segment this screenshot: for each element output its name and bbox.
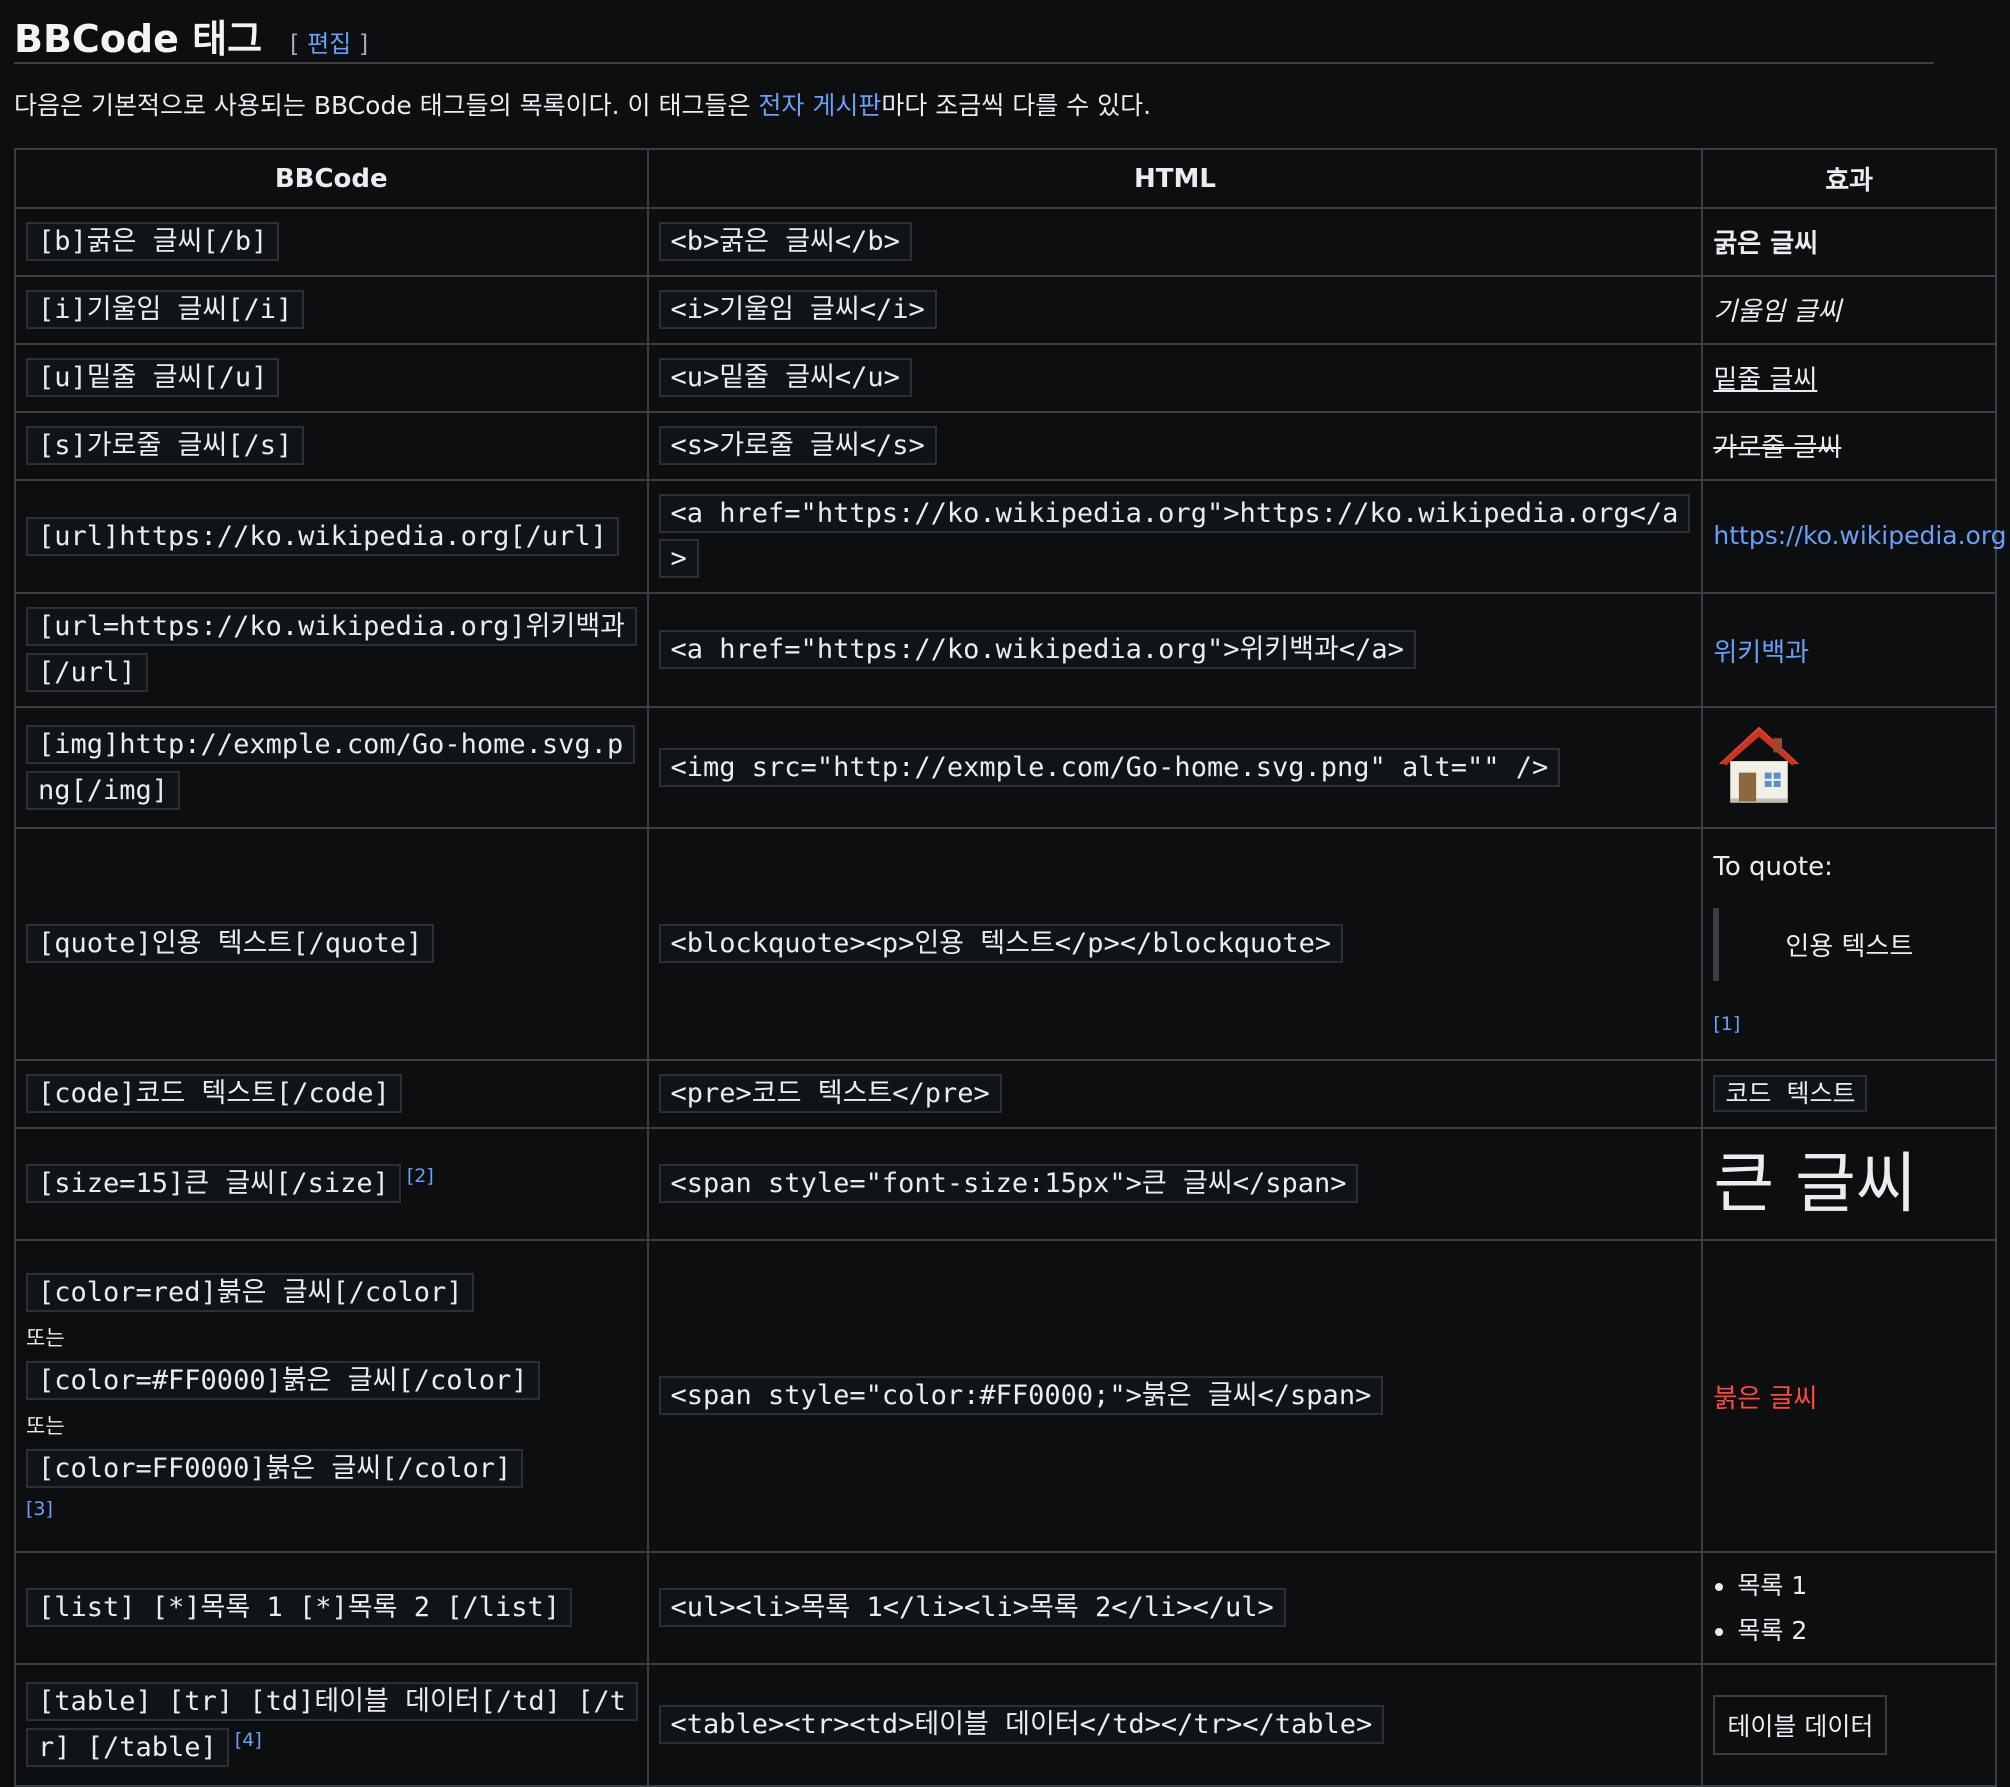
header-html: HTML bbox=[646, 148, 1704, 209]
html-cell: <b>굵은 글씨</b> bbox=[658, 222, 912, 261]
list-item: 목록 2 bbox=[1737, 1608, 1985, 1653]
quote-intro: To quote: bbox=[1713, 851, 1833, 882]
html-cell: <span style="color:#FF0000;">붉은 글씨</span… bbox=[658, 1376, 1384, 1416]
table-header-row: BBCode HTML 효과 bbox=[14, 148, 1997, 209]
effect-wiki-link[interactable]: 위키백과 bbox=[1713, 638, 1809, 668]
effect-blockquote: 인용 텍스트 bbox=[1713, 907, 1985, 981]
effect-underline: 밑줄 글씨 bbox=[1713, 365, 1818, 396]
bbcode-cell: [img]http://exmple.com/Go-home.svg.png[/… bbox=[26, 724, 636, 810]
bbcode-cell: [i]기울임 글씨[/i] bbox=[26, 289, 305, 329]
header-effect: 효과 bbox=[1701, 148, 1997, 209]
bbcode-cell: [table] [tr] [td]테이블 데이터[/td] [/tr] [/ta… bbox=[26, 1682, 638, 1768]
bbs-link[interactable]: 전자 게시판 bbox=[758, 91, 881, 120]
edit-section: [ 편집 ] bbox=[290, 30, 369, 58]
reference-link[interactable]: [1] bbox=[1713, 1013, 1740, 1035]
table-row: [color=red]붉은 글씨[/color] 또는 [color=#FF00… bbox=[14, 1239, 1997, 1554]
table-row: [table] [tr] [td]테이블 데이터[/td] [/tr] [/ta… bbox=[14, 1663, 1997, 1787]
bbcode-cell: [color=FF0000]붉은 글씨[/color] bbox=[26, 1448, 524, 1488]
effect-bold: 굵은 글씨 bbox=[1713, 229, 1819, 260]
html-cell: <pre>코드 텍스트</pre> bbox=[658, 1074, 1002, 1114]
table-row: [s]가로줄 글씨[/s] <s>가로줄 글씨</s> 가로줄 글씨 bbox=[14, 410, 1997, 481]
edit-link[interactable]: 편집 bbox=[307, 30, 351, 58]
house-icon bbox=[1713, 718, 1805, 817]
bbcode-cell: [code]코드 텍스트[/code] bbox=[26, 1074, 402, 1114]
bbcode-cell: [color=#FF0000]붉은 글씨[/color] bbox=[26, 1361, 540, 1401]
table-row: [code]코드 텍스트[/code] <pre>코드 텍스트</pre> 코드… bbox=[14, 1059, 1997, 1130]
header-bbcode: BBCode bbox=[14, 148, 649, 209]
bbcode-cell: [url=https://ko.wikipedia.org]위키백과[/url] bbox=[26, 607, 638, 693]
reference-link[interactable]: [3] bbox=[26, 1498, 53, 1520]
bbcode-cell: [list] [*]목록 1 [*]목록 2 [/list] bbox=[26, 1588, 572, 1628]
effect-red-text: 붉은 글씨 bbox=[1713, 1383, 1818, 1414]
table-row: [b]굵은 글씨[/b] <b>굵은 글씨</b> 굵은 글씨 bbox=[14, 207, 1997, 277]
or-label: 또는 bbox=[26, 1326, 65, 1351]
table-row: [img]http://exmple.com/Go-home.svg.png[/… bbox=[14, 706, 1997, 830]
html-cell: <i>기울임 글씨</i> bbox=[658, 289, 937, 329]
bbcode-cell: [u]밑줄 글씨[/u] bbox=[26, 357, 280, 397]
table-row: [list] [*]목록 1 [*]목록 2 [/list] <ul><li>목… bbox=[14, 1551, 1997, 1666]
table-row: [url]https://ko.wikipedia.org[/url] <a h… bbox=[14, 478, 2007, 595]
bbcode-table: BBCode HTML 효과 [b]굵은 글씨[/b] <b>굵은 글씨</b>… bbox=[14, 148, 2007, 1787]
html-cell: <a href="https://ko.wikipedia.org">위키백과<… bbox=[658, 630, 1416, 670]
html-cell: <a href="https://ko.wikipedia.org">https… bbox=[658, 493, 1691, 579]
table-row: [quote]인용 텍스트[/quote] <blockquote><p>인용 … bbox=[14, 827, 1997, 1062]
effect-big-text: 큰 글씨 bbox=[1713, 1145, 1917, 1223]
html-cell: <ul><li>목록 1</li><li>목록 2</li></ul> bbox=[658, 1588, 1286, 1628]
effect-table-cell: 테이블 데이터 bbox=[1713, 1695, 1888, 1756]
section-title: BBCode 태그 bbox=[14, 17, 263, 61]
bbcode-cell: [quote]인용 텍스트[/quote] bbox=[26, 924, 435, 964]
table-row: [size=15]큰 글씨[/size] [2] <span style="fon… bbox=[14, 1127, 1997, 1242]
bbcode-cell: [s]가로줄 글씨[/s] bbox=[26, 425, 305, 465]
reference-link[interactable]: [2] bbox=[407, 1165, 434, 1187]
effect-url-link[interactable]: https://ko.wikipedia.org bbox=[1713, 521, 2006, 550]
reference-link[interactable]: [4] bbox=[235, 1729, 262, 1751]
table-row: [u]밑줄 글씨[/u] <u>밑줄 글씨</u> 밑줄 글씨 bbox=[14, 342, 1997, 413]
html-cell: <u>밑줄 글씨</u> bbox=[658, 357, 912, 397]
bbcode-cell: [b]굵은 글씨[/b] bbox=[26, 222, 280, 261]
effect-code: 코드 텍스트 bbox=[1713, 1074, 1868, 1112]
effect-strike: 가로줄 글씨 bbox=[1713, 433, 1842, 464]
effect-list: 목록 1 목록 2 bbox=[1713, 1563, 1985, 1653]
bbcode-cell: [url]https://ko.wikipedia.org[/url] bbox=[26, 516, 619, 556]
or-label: 또는 bbox=[26, 1413, 65, 1438]
html-cell: <s>가로줄 글씨</s> bbox=[658, 425, 937, 465]
html-cell: <img src="http://exmple.com/Go-home.svg.… bbox=[658, 747, 1561, 787]
html-cell: <table><tr><td>테이블 데이터</td></tr></table> bbox=[658, 1705, 1385, 1745]
bbcode-cell: [size=15]큰 글씨[/size] bbox=[26, 1164, 401, 1204]
effect-italic: 기울임 글씨 bbox=[1713, 297, 1842, 328]
list-item: 목록 1 bbox=[1737, 1563, 1985, 1608]
section-heading: BBCode 태그 [ 편집 ] bbox=[14, 0, 1934, 64]
html-cell: <span style="font-size:15px">큰 글씨</span> bbox=[658, 1164, 1359, 1204]
bbcode-cell: [color=red]붉은 글씨[/color] bbox=[26, 1273, 475, 1313]
table-row: [url=https://ko.wikipedia.org]위키백과[/url]… bbox=[14, 592, 1997, 709]
html-cell: <blockquote><p>인용 텍스트</p></blockquote> bbox=[658, 924, 1344, 964]
table-row: [i]기울임 글씨[/i] <i>기울임 글씨</i> 기울임 글씨 bbox=[14, 274, 1997, 345]
intro-paragraph: 다음은 기본적으로 사용되는 BBCode 태그들의 목록이다. 이 태그들은 … bbox=[14, 91, 1152, 120]
